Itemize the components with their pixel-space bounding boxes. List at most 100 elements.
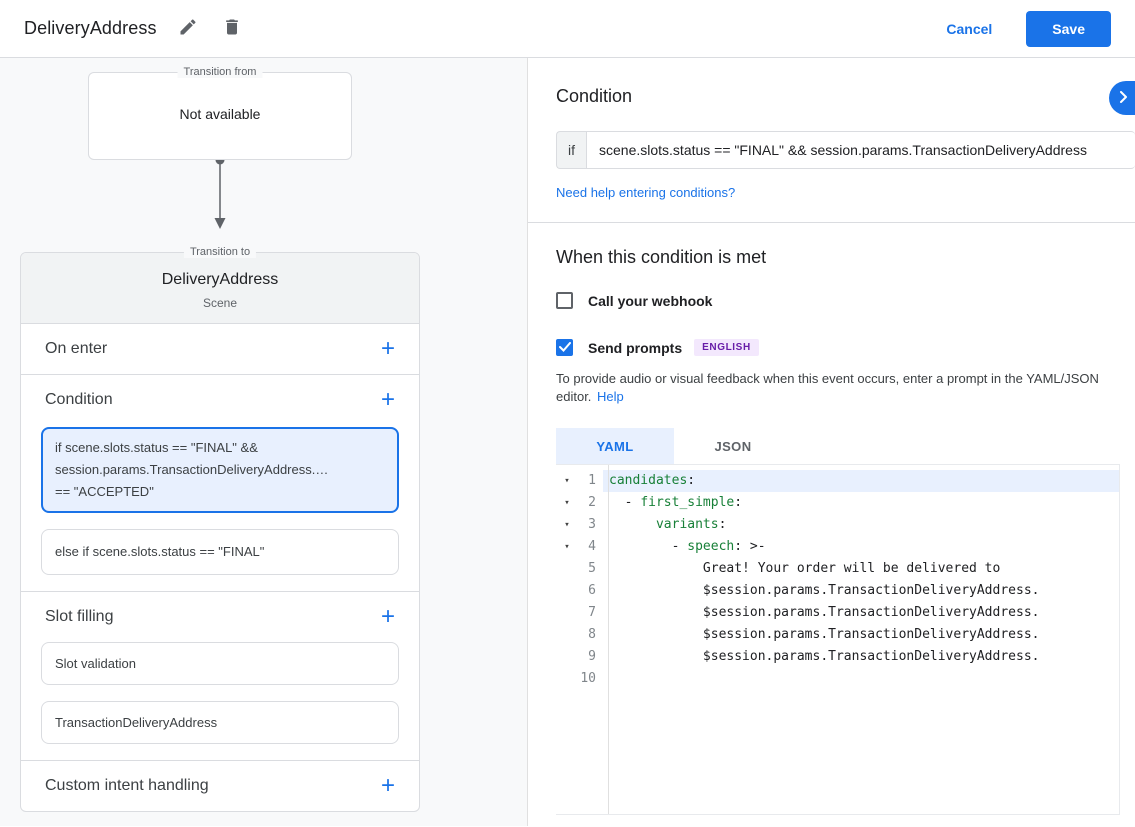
- pencil-icon: [178, 17, 198, 40]
- code-text[interactable]: $session.params.TransactionDeliveryAddre…: [603, 624, 1119, 646]
- save-button[interactable]: Save: [1026, 11, 1111, 47]
- yaml-code-editor[interactable]: ▾ 1 candidates: ▾ 2 - first_simple: ▾ 3 …: [556, 464, 1120, 815]
- code-text[interactable]: candidates:: [603, 470, 1119, 492]
- line-number: 5: [578, 558, 602, 580]
- condition-heading: Condition: [556, 86, 1135, 107]
- webhook-row: Call your webhook: [556, 292, 1135, 309]
- send-prompts-label: Send prompts: [588, 340, 682, 356]
- prompts-description-text: To provide audio or visual feedback when…: [556, 371, 1099, 404]
- scene-subtitle: Scene: [21, 296, 419, 310]
- fold-spacer: [556, 602, 578, 624]
- transition-from-label: Transition from: [178, 66, 263, 78]
- prompts-description: To provide audio or visual feedback when…: [556, 370, 1107, 406]
- call-webhook-label: Call your webhook: [588, 293, 712, 309]
- page-title: DeliveryAddress: [24, 18, 157, 39]
- cancel-button[interactable]: Cancel: [946, 21, 992, 37]
- delete-scene-button[interactable]: [219, 16, 245, 42]
- scene-graph-panel: Transition from Not available Transition…: [0, 58, 528, 826]
- code-line[interactable]: ▾ 1 candidates:: [556, 470, 1119, 492]
- section-divider: [528, 222, 1135, 223]
- help-link[interactable]: Help: [597, 389, 624, 404]
- code-text[interactable]: - speech: >-: [603, 536, 1119, 558]
- condition-expression-input[interactable]: [586, 131, 1135, 169]
- fold-arrow-icon[interactable]: ▾: [556, 536, 578, 558]
- add-custom-intent-button[interactable]: +: [381, 776, 395, 796]
- transition-from-box: Transition from Not available: [88, 72, 352, 160]
- code-text[interactable]: Great! Your order will be delivered to: [603, 558, 1119, 580]
- condition-expression-row: if: [556, 131, 1135, 169]
- line-number: 8: [578, 624, 602, 646]
- code-text[interactable]: $session.params.TransactionDeliveryAddre…: [603, 580, 1119, 602]
- condition-section-label: Condition: [45, 391, 113, 409]
- code-line[interactable]: 10: [556, 668, 1119, 690]
- code-line[interactable]: 6 $session.params.TransactionDeliveryAdd…: [556, 580, 1119, 602]
- code-text[interactable]: variants:: [603, 514, 1119, 536]
- on-enter-section: On enter +: [21, 324, 419, 375]
- top-bar: DeliveryAddress Cancel Save: [0, 0, 1135, 58]
- fold-spacer: [556, 580, 578, 602]
- transition-arrow-icon: [212, 155, 527, 238]
- line-number: 7: [578, 602, 602, 624]
- fold-spacer: [556, 646, 578, 668]
- line-number: 10: [578, 668, 602, 690]
- tab-yaml[interactable]: YAML: [556, 428, 674, 464]
- condition-help-link[interactable]: Need help entering conditions?: [556, 185, 735, 200]
- when-condition-heading: When this condition is met: [556, 247, 1135, 268]
- chevron-right-icon: [1119, 91, 1129, 106]
- code-line[interactable]: 5 Great! Your order will be delivered to: [556, 558, 1119, 580]
- checkmark-icon: [559, 339, 571, 357]
- line-number: 3: [578, 514, 602, 536]
- scene-editor-app: DeliveryAddress Cancel Save Transition f…: [0, 0, 1135, 827]
- custom-intent-section: Custom intent handling +: [21, 761, 419, 811]
- language-badge: ENGLISH: [694, 339, 759, 356]
- line-number: 6: [578, 580, 602, 602]
- code-line[interactable]: ▾ 3 variants:: [556, 514, 1119, 536]
- code-line[interactable]: ▾ 2 - first_simple:: [556, 492, 1119, 514]
- editor-tabs: YAML JSON: [556, 428, 1135, 464]
- fold-spacer: [556, 668, 578, 690]
- fold-arrow-icon[interactable]: ▾: [556, 470, 578, 492]
- condition-detail-panel: Condition if Need help entering conditio…: [528, 58, 1135, 826]
- code-text[interactable]: $session.params.TransactionDeliveryAddre…: [603, 646, 1119, 668]
- add-on-enter-button[interactable]: +: [381, 339, 395, 359]
- add-slot-button[interactable]: +: [381, 607, 395, 627]
- line-number: 4: [578, 536, 602, 558]
- slot-filling-label: Slot filling: [45, 608, 113, 626]
- add-condition-button[interactable]: +: [381, 390, 395, 410]
- line-number: 2: [578, 492, 602, 514]
- slot-filling-section: Slot filling + Slot validation Transacti…: [21, 592, 419, 761]
- gutter-separator: [608, 465, 609, 814]
- call-webhook-checkbox[interactable]: [556, 292, 573, 309]
- code-line[interactable]: 7 $session.params.TransactionDeliveryAdd…: [556, 602, 1119, 624]
- send-prompts-row: Send prompts ENGLISH: [556, 339, 1135, 356]
- code-line[interactable]: 9 $session.params.TransactionDeliveryAdd…: [556, 646, 1119, 668]
- slot-validation-card[interactable]: Slot validation: [41, 642, 399, 685]
- code-text[interactable]: $session.params.TransactionDeliveryAddre…: [603, 602, 1119, 624]
- fold-arrow-icon[interactable]: ▾: [556, 514, 578, 536]
- scene-card-header: DeliveryAddress Scene: [21, 253, 419, 324]
- line-number: 1: [578, 470, 602, 492]
- send-prompts-checkbox[interactable]: [556, 339, 573, 356]
- code-line[interactable]: ▾ 4 - speech: >-: [556, 536, 1119, 558]
- fold-arrow-icon[interactable]: ▾: [556, 492, 578, 514]
- editor-body: Transition from Not available Transition…: [0, 58, 1135, 826]
- condition-card[interactable]: else if scene.slots.status == "FINAL": [41, 529, 399, 575]
- slot-card[interactable]: TransactionDeliveryAddress: [41, 701, 399, 744]
- code-line[interactable]: 8 $session.params.TransactionDeliveryAdd…: [556, 624, 1119, 646]
- fold-spacer: [556, 558, 578, 580]
- if-prefix: if: [556, 131, 586, 169]
- code-text[interactable]: [603, 668, 1119, 690]
- condition-section: Condition + if scene.slots.status == "FI…: [21, 375, 419, 592]
- on-enter-label: On enter: [45, 340, 107, 358]
- edit-title-button[interactable]: [175, 16, 201, 42]
- trash-icon: [222, 17, 242, 40]
- scene-name: DeliveryAddress: [21, 271, 419, 289]
- fold-spacer: [556, 624, 578, 646]
- transition-to-label: Transition to: [184, 246, 256, 258]
- tab-json[interactable]: JSON: [674, 428, 792, 464]
- collapse-panel-button[interactable]: [1109, 81, 1135, 115]
- code-text[interactable]: - first_simple:: [603, 492, 1119, 514]
- transition-from-value: Not available: [89, 73, 351, 122]
- custom-intent-label: Custom intent handling: [45, 777, 209, 795]
- condition-card-selected[interactable]: if scene.slots.status == "FINAL" && sess…: [41, 427, 399, 513]
